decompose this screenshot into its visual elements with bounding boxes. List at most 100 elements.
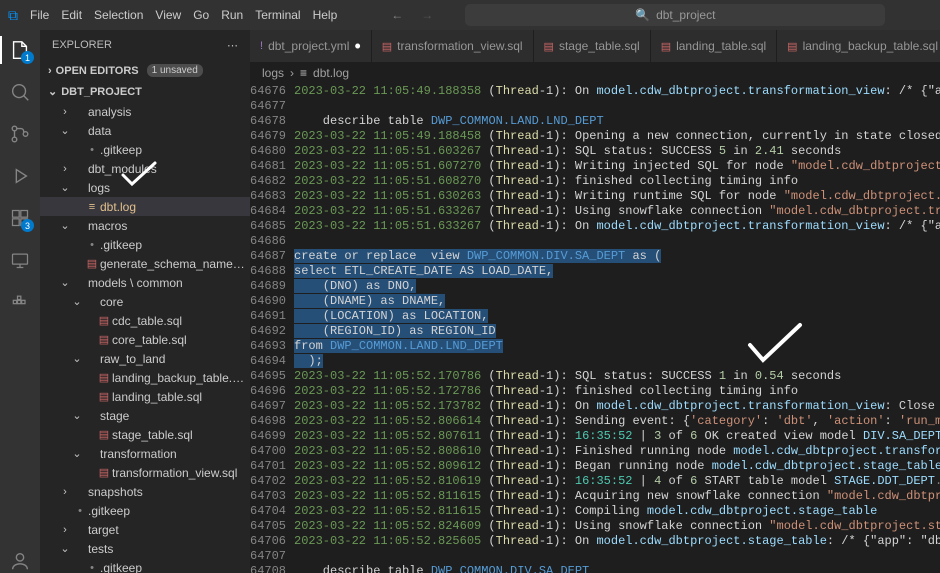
code-line[interactable]: from DWP_COMMON.LAND.LND_DEPT [294, 339, 940, 354]
activity-explorer-icon[interactable]: 1 [8, 38, 32, 62]
tree-item[interactable]: ⌄models \ common [40, 273, 250, 292]
code-line[interactable]: 2023-03-22 11:05:51.608270 (Thread-1): f… [294, 174, 940, 189]
code-line[interactable]: 2023-03-22 11:05:49.188458 (Thread-1): O… [294, 129, 940, 144]
editor-tab[interactable]: ▤transformation_view.sql [372, 30, 534, 62]
editor-tab[interactable]: ▤landing_table.sql [651, 30, 777, 62]
code-line[interactable]: 2023-03-22 11:05:51.633267 (Thread-1): O… [294, 219, 940, 234]
activity-run-debug-icon[interactable] [8, 164, 32, 188]
tree-item[interactable]: •.gitkeep [40, 501, 250, 520]
command-center[interactable]: 🔍 dbt_project [465, 4, 885, 26]
code-line[interactable]: 2023-03-22 11:05:52.173782 (Thread-1): O… [294, 399, 940, 414]
tab-label: stage_table.sql [559, 39, 640, 53]
tree-item-label: stage [100, 409, 246, 423]
tree-item[interactable]: ⌄transformation [40, 444, 250, 463]
tree-item[interactable]: ›target [40, 520, 250, 539]
menu-selection[interactable]: Selection [94, 8, 143, 22]
project-section[interactable]: ⌄ DBT_PROJECT [40, 81, 250, 102]
code-line[interactable]: 2023-03-22 11:05:52.809612 (Thread-1): B… [294, 459, 940, 474]
project-name: DBT_PROJECT [61, 86, 142, 98]
code-line[interactable]: describe table DWP_COMMON.LAND.LND_DEPT [294, 114, 940, 129]
tree-item[interactable]: ⌄raw_to_land [40, 349, 250, 368]
code-line[interactable]: (REGION_ID) as REGION_ID [294, 324, 940, 339]
editor-tab[interactable]: !dbt_project.yml• [250, 30, 372, 62]
tree-item-label: data [88, 124, 246, 138]
tree-item[interactable]: •.gitkeep [40, 235, 250, 254]
code-line[interactable]: 2023-03-22 11:05:52.170786 (Thread-1): S… [294, 369, 940, 384]
file-icon: ▤ [544, 40, 554, 53]
tree-item[interactable]: ⌄logs [40, 178, 250, 197]
tree-item[interactable]: ›snapshots [40, 482, 250, 501]
code-line[interactable]: 2023-03-22 11:05:52.810619 (Thread-1): 1… [294, 474, 940, 489]
menu-terminal[interactable]: Terminal [255, 8, 300, 22]
file-icon: • [84, 144, 100, 156]
code-line[interactable]: 2023-03-22 11:05:51.603267 (Thread-1): S… [294, 144, 940, 159]
menu-go[interactable]: Go [193, 8, 209, 22]
activity-docker-icon[interactable] [8, 290, 32, 314]
code-content[interactable]: 2023-03-22 11:05:49.188358 (Thread-1): O… [294, 84, 940, 573]
code-line[interactable] [294, 234, 940, 249]
tree-item[interactable]: •.gitkeep [40, 558, 250, 573]
activity-account-icon[interactable] [8, 549, 32, 573]
tree-item[interactable]: ⌄tests [40, 539, 250, 558]
tree-item[interactable]: ›dbt_modules [40, 159, 250, 178]
nav-forward-icon[interactable]: → [421, 8, 433, 22]
tree-item[interactable]: ⌄stage [40, 406, 250, 425]
code-editor[interactable]: 6467664677646786467964680646816468264683… [250, 84, 940, 573]
more-icon[interactable]: ⋯ [227, 39, 238, 52]
code-line[interactable]: ); [294, 354, 940, 369]
code-line[interactable]: 2023-03-22 11:05:52.807611 (Thread-1): 1… [294, 429, 940, 444]
tree-item[interactable]: ▤transformation_view.sql [40, 463, 250, 482]
tree-item[interactable]: ▤landing_backup_table.sql [40, 368, 250, 387]
file-icon: ▤ [96, 314, 112, 327]
code-line[interactable]: 2023-03-22 11:05:52.808610 (Thread-1): F… [294, 444, 940, 459]
tree-item[interactable]: •.gitkeep [40, 140, 250, 159]
tree-item[interactable]: ▤landing_table.sql [40, 387, 250, 406]
chevron-right-icon: › [58, 486, 72, 498]
breadcrumb-item[interactable]: dbt.log [313, 66, 349, 80]
tree-item[interactable]: ▤stage_table.sql [40, 425, 250, 444]
code-line[interactable]: (DNO) as DNO, [294, 279, 940, 294]
code-line[interactable]: create or replace view DWP_COMMON.DIV.SA… [294, 249, 940, 264]
code-line[interactable]: select ETL_CREATE_DATE AS LOAD_DATE, [294, 264, 940, 279]
breadcrumb-item[interactable]: logs [262, 66, 284, 80]
code-line[interactable]: 2023-03-22 11:05:51.607270 (Thread-1): W… [294, 159, 940, 174]
nav-back-icon[interactable]: ← [391, 8, 403, 22]
activity-extensions-icon[interactable]: 3 [8, 206, 32, 230]
tree-item[interactable]: ≡dbt.log [40, 197, 250, 216]
editor-tab[interactable]: ▤ stage_table.sql [534, 30, 651, 62]
code-line[interactable]: 2023-03-22 11:05:52.825605 (Thread-1): O… [294, 534, 940, 549]
open-editors-section[interactable]: › OPEN EDITORS 1 unsaved [40, 60, 250, 81]
tree-item-label: generate_schema_name.sql [100, 257, 246, 271]
tree-item[interactable]: ▤generate_schema_name.sql [40, 254, 250, 273]
code-line[interactable]: 2023-03-22 11:05:52.172786 (Thread-1): f… [294, 384, 940, 399]
menu-help[interactable]: Help [313, 8, 338, 22]
code-line[interactable]: (DNAME) as DNAME, [294, 294, 940, 309]
code-line[interactable]: 2023-03-22 11:05:52.811615 (Thread-1): A… [294, 489, 940, 504]
menu-run[interactable]: Run [221, 8, 243, 22]
code-line[interactable] [294, 549, 940, 564]
file-icon: ▤ [96, 371, 112, 384]
tree-item[interactable]: ▤core_table.sql [40, 330, 250, 349]
editor-tab[interactable]: ▤landing_backup_table.sql [777, 30, 940, 62]
code-line[interactable]: 2023-03-22 11:05:52.811615 (Thread-1): C… [294, 504, 940, 519]
activity-source-control-icon[interactable] [8, 122, 32, 146]
tree-item[interactable]: ⌄macros [40, 216, 250, 235]
tree-item-label: target [88, 523, 246, 537]
tree-item[interactable]: ⌄core [40, 292, 250, 311]
tree-item[interactable]: ›analysis [40, 102, 250, 121]
menu-view[interactable]: View [155, 8, 181, 22]
code-line[interactable]: describe table DWP_COMMON.DIV.SA_DEPT [294, 564, 940, 573]
code-line[interactable] [294, 99, 940, 114]
code-line[interactable]: (LOCATION) as LOCATION, [294, 309, 940, 324]
code-line[interactable]: 2023-03-22 11:05:51.630263 (Thread-1): W… [294, 189, 940, 204]
code-line[interactable]: 2023-03-22 11:05:52.824609 (Thread-1): U… [294, 519, 940, 534]
tree-item[interactable]: ⌄data [40, 121, 250, 140]
code-line[interactable]: 2023-03-22 11:05:49.188358 (Thread-1): O… [294, 84, 940, 99]
code-line[interactable]: 2023-03-22 11:05:52.806614 (Thread-1): S… [294, 414, 940, 429]
menu-file[interactable]: File [30, 8, 49, 22]
activity-remote-icon[interactable] [8, 248, 32, 272]
menu-edit[interactable]: Edit [61, 8, 82, 22]
activity-search-icon[interactable] [8, 80, 32, 104]
tree-item[interactable]: ▤cdc_table.sql [40, 311, 250, 330]
code-line[interactable]: 2023-03-22 11:05:51.633267 (Thread-1): U… [294, 204, 940, 219]
